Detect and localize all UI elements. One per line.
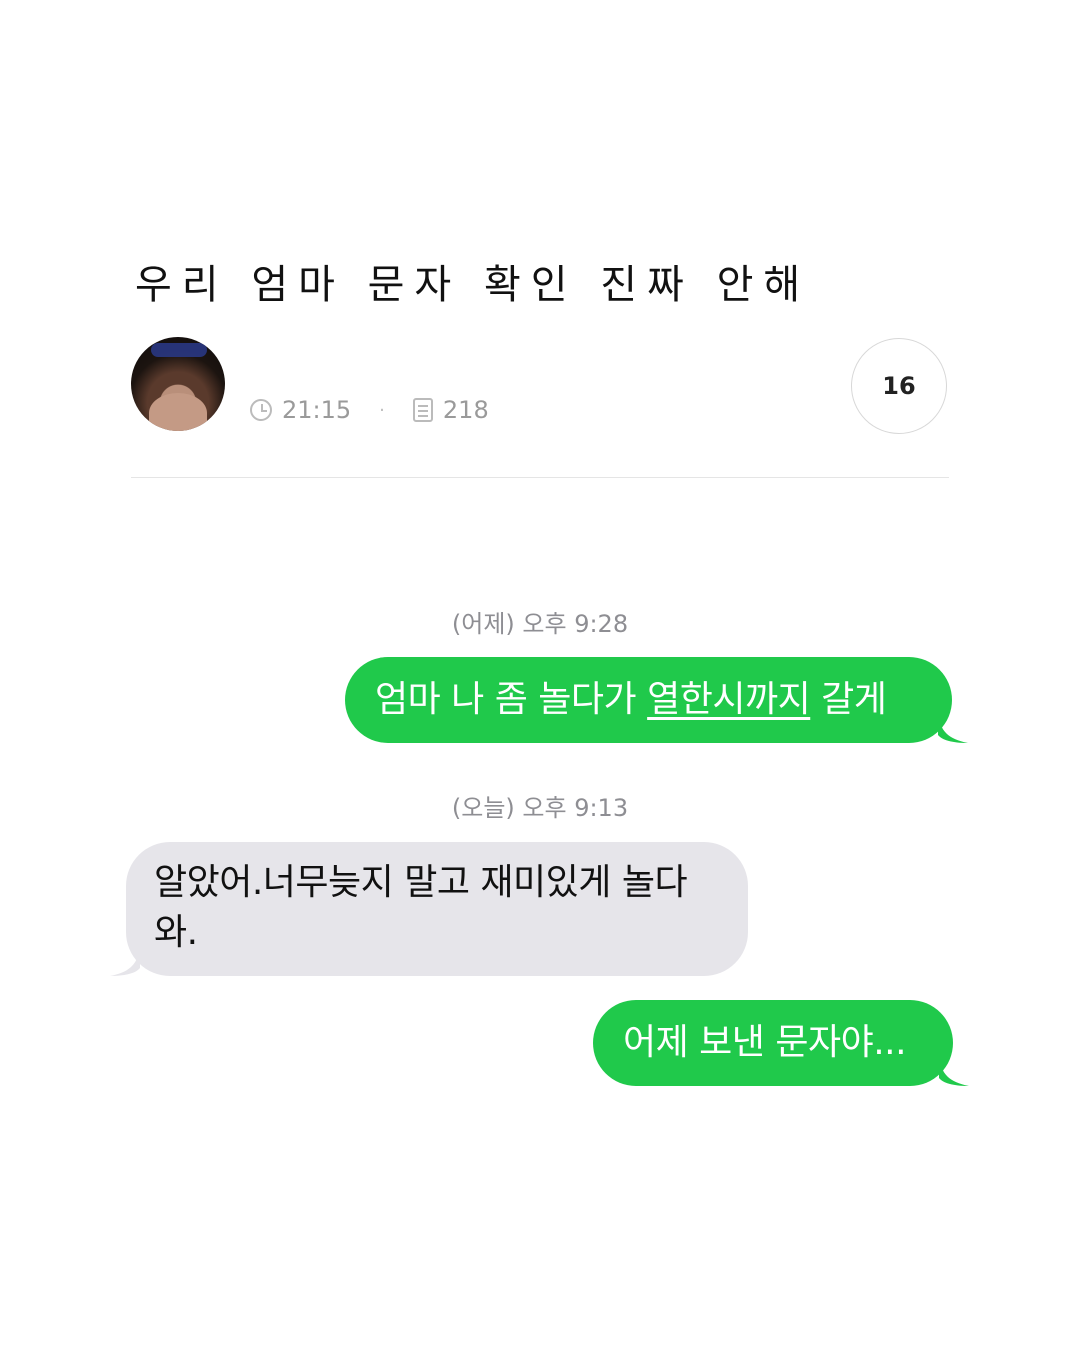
message-text: 갈게 — [810, 679, 887, 720]
bubble-tail — [938, 713, 968, 743]
post-meta: 21:15 · 218 — [250, 396, 489, 424]
comment-count-label: 16 — [882, 372, 916, 400]
author-avatar[interactable] — [131, 337, 225, 431]
avatar-headband — [151, 343, 207, 357]
divider — [131, 477, 949, 478]
message-timestamp: (어제) 오후 9:28 — [451, 610, 629, 638]
sent-message-bubble[interactable]: 어제 보낸 문자야... — [593, 1000, 969, 1086]
message-text: 어제 보낸 문자야... — [623, 1022, 907, 1063]
views-icon — [412, 398, 433, 422]
message-text: 알았어.너무늦지 말고 재미있게 놀다와. — [154, 862, 688, 953]
view-count: 218 — [442, 396, 489, 424]
post-title: 우리 엄마 문자 확인 진짜 안해 — [135, 262, 811, 308]
post-time: 21:15 — [282, 396, 352, 424]
bubble-tail — [939, 1056, 969, 1086]
message-text: 엄마 나 좀 놀다가 — [375, 679, 648, 720]
meta-separator: · — [379, 399, 385, 421]
received-message-bubble[interactable]: 알았어.너무늦지 말고 재미있게 놀다와. — [110, 842, 748, 976]
avatar-face — [149, 393, 207, 431]
message-link-text[interactable]: 열한시까지 — [647, 679, 811, 720]
sent-message-bubble[interactable]: 엄마 나 좀 놀다가 열한시까지 갈게 — [345, 657, 968, 743]
comment-count-button[interactable]: 16 — [851, 338, 947, 434]
clock-icon — [250, 399, 272, 421]
bubble-tail — [110, 946, 140, 976]
message-timestamp: (오늘) 오후 9:13 — [451, 794, 629, 822]
